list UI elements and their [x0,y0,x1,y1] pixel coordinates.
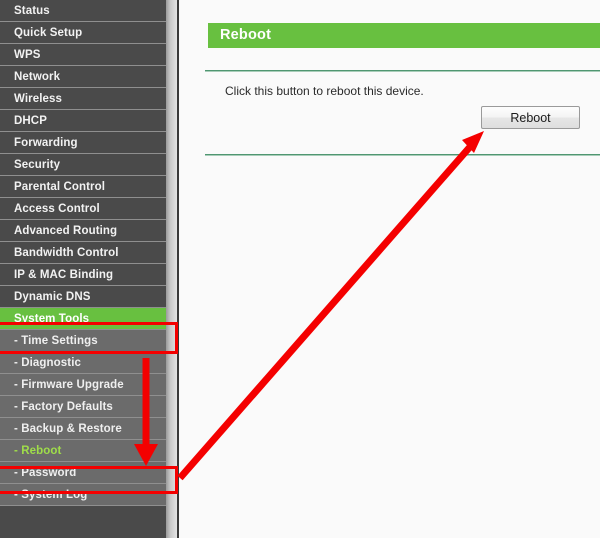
sidebar-item-network[interactable]: Network [0,66,166,88]
bottom-separator-rule [205,154,600,156]
sidebar-item-status[interactable]: Status [0,0,166,22]
sidebar-item-parental-control[interactable]: Parental Control [0,176,166,198]
sidebar-scrollbar[interactable] [166,0,177,538]
sidebar-item-wireless[interactable]: Wireless [0,88,166,110]
sidebar-item-system-log[interactable]: - System Log [0,484,166,506]
sidebar-item-diagnostic[interactable]: - Diagnostic [0,352,166,374]
sidebar-item-dynamic-dns[interactable]: Dynamic DNS [0,286,166,308]
reboot-description-text: Click this button to reboot this device. [225,84,424,98]
sidebar-item-ip-mac-binding[interactable]: IP & MAC Binding [0,264,166,286]
reboot-button[interactable]: Reboot [481,106,580,129]
page-title: Reboot [208,23,600,48]
sidebar-item-access-control[interactable]: Access Control [0,198,166,220]
sidebar-item-system-tools[interactable]: System Tools [0,308,166,330]
router-admin-window: Status Quick Setup WPS Network Wireless DHCP F… [0,0,600,538]
sidebar-item-password[interactable]: - Password [0,462,166,484]
sidebar-item-security[interactable]: Security [0,154,166,176]
sidebar-item-factory-defaults[interactable]: - Factory Defaults [0,396,166,418]
sidebar-item-quick-setup[interactable]: Quick Setup [0,22,166,44]
sidebar-item-bandwidth-control[interactable]: Bandwidth Control [0,242,166,264]
sidebar-nav: Status Quick Setup WPS Network Wireless DHCP F… [0,0,166,538]
sidebar-item-time-settings[interactable]: - Time Settings [0,330,166,352]
main-content-panel: Reboot Click this button to reboot this … [179,0,600,538]
sidebar-item-dhcp[interactable]: DHCP [0,110,166,132]
sidebar-item-backup-restore[interactable]: - Backup & Restore [0,418,166,440]
sidebar-item-firmware-upgrade[interactable]: - Firmware Upgrade [0,374,166,396]
sidebar-item-reboot[interactable]: - Reboot [0,440,166,462]
sidebar-item-wps[interactable]: WPS [0,44,166,66]
sidebar-item-advanced-routing[interactable]: Advanced Routing [0,220,166,242]
top-separator-rule [205,70,600,72]
sidebar-item-forwarding[interactable]: Forwarding [0,132,166,154]
